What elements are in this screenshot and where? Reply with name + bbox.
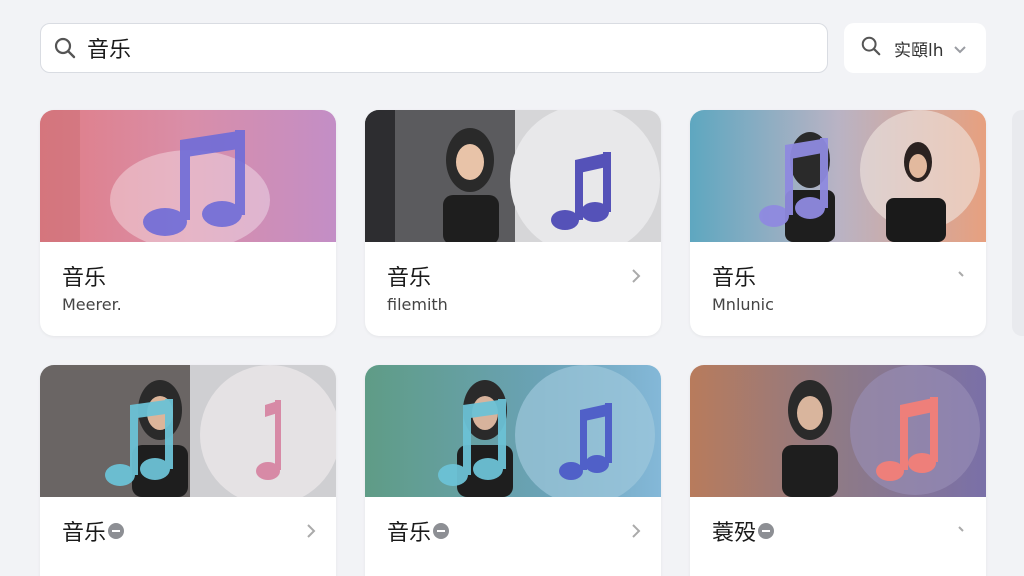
music-card[interactable]: 音乐 Meerer. [40,110,336,336]
card-title: 音乐 [387,515,450,547]
filter-dropdown-button[interactable]: 实頤lh [844,23,986,73]
card-subtitle: Mnlunic [712,295,774,314]
card-title-text: 音乐 [62,521,107,546]
music-card[interactable]: 音乐 [365,365,661,576]
partial-card-edge [1012,110,1024,336]
chevron-down-icon [953,39,966,58]
search-icon [53,36,77,60]
card-thumbnail [40,110,336,242]
card-title: 音乐 [62,515,125,547]
music-card[interactable]: 音乐 filemith [365,110,661,336]
music-card[interactable]: 音乐 Mnlunic [690,110,986,336]
card-thumbnail [365,110,661,242]
app-window: 实頤lh [0,0,1024,576]
chevron-right-icon [956,523,966,543]
search-bar[interactable] [40,23,828,73]
card-title: 蓑殁 [712,515,775,547]
card-thumbnail [40,365,336,497]
card-subtitle: filemith [387,295,448,314]
card-subtitle: Meerer. [62,295,122,314]
chevron-right-icon [631,268,641,288]
chevron-right-icon [631,523,641,543]
remove-badge-icon[interactable] [108,523,125,539]
card-thumbnail [690,365,986,497]
card-title-text: 音乐 [387,521,432,546]
card-title: 音乐 [712,266,757,291]
music-card[interactable]: 音乐 [40,365,336,576]
chevron-right-icon [956,268,966,288]
card-title-text: 蓑殁 [712,521,757,546]
card-thumbnail [690,110,986,242]
search-input[interactable] [87,28,787,68]
card-title: 音乐 [387,266,432,291]
card-thumbnail [365,365,661,497]
search-icon [860,35,882,61]
card-title: 音乐 [62,266,107,291]
chevron-right-icon [306,523,316,543]
music-card[interactable]: 蓑殁 [690,365,986,576]
remove-badge-icon[interactable] [758,523,775,539]
filter-label: 实頤lh [894,40,944,61]
remove-badge-icon[interactable] [433,523,450,539]
